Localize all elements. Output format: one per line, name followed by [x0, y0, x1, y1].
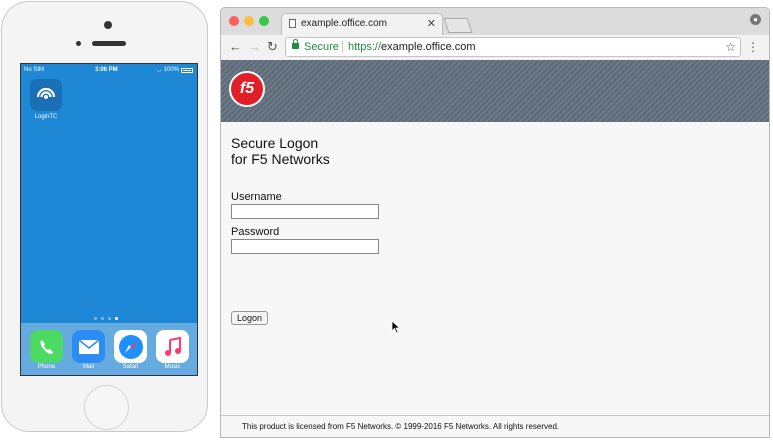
page-indicator — [94, 317, 118, 320]
dock: Phone Mail Safari Music — [21, 323, 197, 375]
dock-app-phone[interactable]: Phone — [30, 330, 63, 370]
dock-app-music[interactable]: Music — [156, 330, 189, 370]
close-tab-icon[interactable]: ✕ — [427, 14, 436, 34]
zoom-window-button[interactable] — [259, 16, 269, 26]
username-label: Username — [231, 191, 282, 203]
page-dot — [108, 317, 111, 320]
status-bar: No SIM 3:06 PM ◡ 100% — [21, 64, 197, 76]
profile-icon[interactable]: ● — [750, 14, 761, 25]
dock-label: Mail — [82, 364, 94, 370]
logintc-icon — [30, 79, 62, 111]
kebab-menu-icon[interactable]: ⋮ — [747, 39, 759, 55]
battery-icon — [181, 67, 193, 73]
dock-label: Safari — [122, 364, 139, 370]
home-button[interactable] — [84, 385, 129, 430]
f5-logo: f5 — [229, 71, 265, 107]
dock-app-safari[interactable]: Safari — [114, 330, 147, 370]
heading-line-1: Secure Logon — [231, 135, 319, 151]
f5-banner: f5 — [221, 60, 769, 122]
address-bar[interactable]: Secure https:// example.office.com ☆ — [285, 37, 741, 57]
proximity-sensor — [76, 41, 81, 46]
logon-button[interactable]: Logon — [231, 311, 269, 325]
mail-icon — [72, 330, 105, 363]
url-scheme: https:// — [348, 41, 382, 53]
reload-icon[interactable]: ↻ — [267, 38, 278, 56]
dock-label: Music — [164, 364, 181, 370]
tab-active[interactable]: example.office.com ✕ — [281, 13, 443, 35]
app-label: LoginTC — [34, 114, 58, 120]
bookmark-star-icon[interactable]: ☆ — [725, 38, 736, 56]
lock-icon — [292, 39, 299, 49]
title-bar: example.office.com ✕ ● — [221, 8, 769, 35]
heading-line-2: for F5 Networks — [231, 151, 330, 167]
mouse-cursor-icon — [391, 320, 401, 334]
home-app-logintc[interactable]: LoginTC — [30, 79, 62, 120]
dock-label: Phone — [37, 364, 56, 370]
wifi-icon: ◡ — [156, 67, 162, 73]
address-separator — [342, 41, 343, 53]
status-carrier: No SIM — [24, 67, 45, 73]
earpiece-speaker — [92, 41, 126, 46]
new-tab-button[interactable] — [443, 18, 473, 33]
battery-percent: 100% — [163, 67, 179, 73]
page-content: f5 Secure Logon for F5 Networks Username… — [221, 60, 769, 437]
phone-icon — [30, 330, 63, 363]
secure-label: Secure — [304, 41, 339, 53]
page-footer: This product is licensed from F5 Network… — [221, 415, 769, 437]
dock-app-mail[interactable]: Mail — [72, 330, 105, 370]
password-input[interactable] — [231, 239, 379, 254]
forward-arrow-icon[interactable]: → — [248, 38, 261, 56]
password-label: Password — [231, 226, 280, 238]
browser-window: example.office.com ✕ ● ← → ↻ Secure http… — [220, 7, 770, 438]
page-heading: Secure Logon for F5 Networks — [231, 135, 330, 167]
safari-icon — [114, 330, 147, 363]
front-camera — [104, 21, 112, 29]
page-dot-active — [115, 317, 118, 320]
page-dot — [101, 317, 104, 320]
phone-screen: No SIM 3:06 PM ◡ 100% LoginTC Phone Mail… — [20, 63, 198, 376]
music-icon — [156, 330, 189, 363]
back-arrow-icon[interactable]: ← — [229, 38, 242, 56]
status-right-group: ◡ 100% — [156, 64, 193, 76]
iphone-mockup: No SIM 3:06 PM ◡ 100% LoginTC Phone Mail… — [1, 1, 208, 432]
page-dot — [94, 317, 97, 320]
browser-toolbar: ← → ↻ Secure https:// example.office.com… — [221, 35, 769, 61]
minimize-window-button[interactable] — [244, 16, 254, 26]
url-host: example.office.com — [381, 41, 476, 53]
close-window-button[interactable] — [229, 16, 239, 26]
page-icon — [289, 19, 296, 28]
status-time: 3:06 PM — [95, 67, 118, 73]
tab-title: example.office.com — [301, 18, 387, 29]
footer-text: This product is licensed from F5 Network… — [242, 422, 560, 431]
username-input[interactable] — [231, 204, 379, 219]
